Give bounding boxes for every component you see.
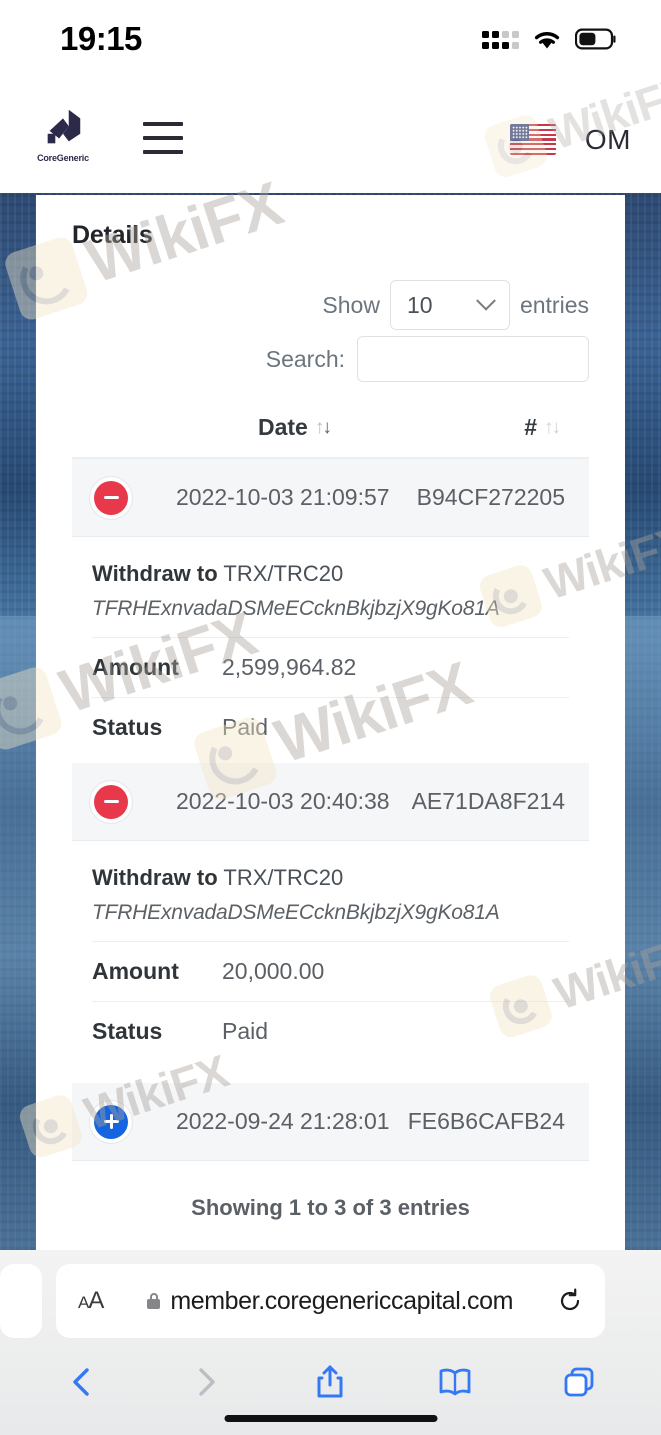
column-header-date-label: Date [258, 414, 308, 440]
entries-label: entries [519, 291, 589, 318]
amount-label: Amount [92, 958, 179, 984]
column-header-id[interactable]: # ↑↓ [524, 414, 561, 441]
reload-icon[interactable] [557, 1288, 583, 1314]
amount-row: Amount 2,599,964.82 [92, 638, 569, 698]
amount-value: 20,000.00 [222, 958, 325, 984]
column-header-id-label: # [524, 414, 537, 440]
amount-value: 2,599,964.82 [222, 654, 357, 680]
wifi-icon [534, 32, 560, 49]
withdraw-address: TFRHExnvadaDSMeECcknBkjbzjX9gKo81A [92, 901, 569, 942]
home-indicator [224, 1415, 437, 1422]
table-row[interactable]: 2022-10-03 20:40:38 AE71DA8F214 [72, 763, 589, 841]
status-time: 19:15 [60, 20, 142, 57]
row-date: 2022-10-03 21:09:57 [176, 484, 390, 510]
brand-logo[interactable]: CoreGeneric [28, 105, 98, 163]
status-row: Status Paid [92, 698, 569, 757]
phone-screen: 19:15 CoreGeneric OM Details Show 10 ent… [0, 0, 661, 1435]
row-detail-panel: Withdraw to TRX/TRC20 TFRHExnvadaDSMeECc… [72, 537, 589, 763]
lock-icon [147, 1293, 161, 1309]
us-flag-icon[interactable] [510, 124, 556, 155]
status-value: Paid [222, 714, 269, 740]
table-footer-info: Showing 1 to 3 of 3 entries [191, 1195, 470, 1220]
share-button[interactable] [308, 1360, 352, 1404]
row-detail-panel: Withdraw to TRX/TRC20 TFRHExnvadaDSMeECc… [72, 841, 589, 1067]
battery-icon [575, 28, 616, 50]
status-label: Status [92, 714, 163, 740]
brand-name: CoreGeneric [37, 153, 89, 163]
withdraw-network: TRX/TRC20 [223, 561, 344, 586]
search-label: Search: [265, 345, 345, 372]
table-row[interactable]: 2022-10-03 21:09:57 B94CF272205 [72, 459, 589, 537]
column-header-date[interactable]: Date ↑↓ [258, 414, 332, 441]
browser-chrome: AAAA member.coregenericcapital.com [0, 1250, 661, 1435]
forward-button[interactable] [184, 1360, 228, 1404]
page-length-value: 10 [406, 291, 433, 318]
withdraw-label: Withdraw to [92, 865, 218, 890]
row-id: B94CF272205 [416, 484, 565, 510]
collapse-row-button[interactable] [94, 784, 128, 819]
status-bar: 19:15 [0, 0, 661, 78]
hamburger-menu-icon[interactable] [143, 122, 183, 154]
amount-row: Amount 20,000.00 [92, 942, 569, 1002]
cellular-signal-icon [482, 30, 519, 49]
status-row: Status Paid [92, 1002, 569, 1061]
coregeneric-logo-icon [47, 109, 81, 144]
withdraw-address: TFRHExnvadaDSMeECcknBkjbzjX9gKo81A [92, 597, 569, 638]
account-label[interactable]: OM [585, 124, 631, 156]
sort-arrows-icon: ↑↓ [314, 417, 332, 438]
table-controls: Show 10 entries Search: [72, 280, 589, 382]
search-control: Search: [72, 336, 589, 382]
row-id: AE71DA8F214 [411, 788, 565, 814]
row-date: 2022-09-24 21:28:01 [176, 1108, 390, 1134]
browser-toolbar [0, 1354, 661, 1410]
search-input[interactable] [357, 336, 589, 382]
withdraw-network: TRX/TRC20 [223, 865, 344, 890]
text-size-button[interactable]: AAAA [78, 1287, 104, 1315]
back-button[interactable] [60, 1360, 104, 1404]
table-row[interactable]: 2022-09-24 21:28:01 FE6B6CAFB24 [72, 1083, 589, 1161]
page-length-control: Show 10 entries [72, 280, 589, 330]
status-value: Paid [222, 1018, 269, 1044]
page-length-select[interactable]: 10 [389, 280, 510, 330]
row-id: FE6B6CAFB24 [407, 1108, 565, 1134]
show-label: Show [322, 291, 380, 318]
collapse-row-button[interactable] [94, 480, 128, 515]
status-indicators [482, 28, 617, 50]
tabs-button[interactable] [557, 1360, 601, 1404]
expand-row-button[interactable] [94, 1104, 128, 1139]
url-text: member.coregenericcapital.com [170, 1286, 514, 1315]
row-date: 2022-10-03 20:40:38 [176, 788, 390, 814]
withdraw-line: Withdraw to TRX/TRC20 [92, 865, 569, 891]
site-header [0, 78, 661, 193]
page-title: Details [72, 221, 153, 249]
transactions-table: Date ↑↓ # ↑↓ 2022-10-03 21:09:57 B94CF27… [72, 414, 589, 1241]
content-card: Details Show 10 entries Search: Date ↑↓ … [36, 195, 625, 1250]
bookmarks-button[interactable] [433, 1360, 477, 1404]
chevron-down-icon [476, 290, 496, 311]
address-bar[interactable]: AAAA member.coregenericcapital.com [56, 1264, 605, 1338]
withdraw-label: Withdraw to [92, 561, 218, 586]
amount-label: Amount [92, 654, 179, 680]
adjacent-tab[interactable] [0, 1264, 42, 1338]
sort-arrows-icon: ↑↓ [544, 417, 561, 438]
withdraw-line: Withdraw to TRX/TRC20 [92, 561, 569, 587]
status-label: Status [92, 1018, 163, 1044]
table-header-row: Date ↑↓ # ↑↓ [72, 414, 589, 459]
